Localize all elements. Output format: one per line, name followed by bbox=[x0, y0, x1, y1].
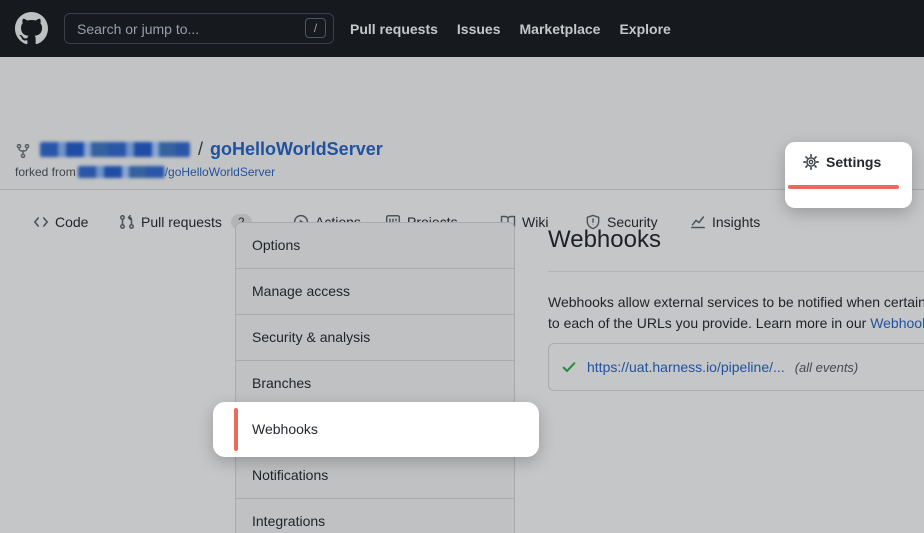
page-title: Webhooks bbox=[548, 226, 661, 254]
tab-label: Wiki bbox=[522, 214, 548, 230]
search-input[interactable] bbox=[65, 14, 333, 43]
graph-icon bbox=[690, 214, 706, 230]
repo-title: / goHelloWorldServer bbox=[40, 137, 383, 161]
tab-label: Insights bbox=[712, 214, 760, 230]
sidebar-item-integrations[interactable]: Integrations bbox=[236, 499, 514, 533]
tab-settings-label: Settings bbox=[826, 154, 881, 170]
repo-name-link[interactable]: goHelloWorldServer bbox=[210, 139, 383, 160]
webhooks-guide-link[interactable]: Webhooks Guide. bbox=[870, 315, 924, 331]
heading-divider bbox=[548, 271, 924, 272]
header-nav: Pull requests Issues Marketplace Explore bbox=[350, 0, 671, 57]
repo-separator: / bbox=[198, 139, 203, 160]
webhooks-description: Webhooks allow external services to be n… bbox=[548, 292, 924, 334]
description-line-2: to each of the URLs you provide. Learn m… bbox=[548, 313, 924, 334]
description-line-2-text: to each of the URLs you provide. Learn m… bbox=[548, 315, 870, 331]
tab-pull-requests[interactable]: Pull requests 2 bbox=[119, 197, 252, 246]
forked-from-label: forked from bbox=[15, 165, 76, 179]
github-logo-icon[interactable] bbox=[15, 12, 48, 45]
sidebar-item-webhooks-spotlight[interactable]: Webhooks bbox=[213, 402, 539, 457]
sidebar-item-webhooks-label: Webhooks bbox=[252, 402, 318, 457]
description-line-1: Webhooks allow external services to be n… bbox=[548, 292, 924, 313]
repo-forked-icon bbox=[15, 143, 31, 164]
sidebar-item-notifications[interactable]: Notifications bbox=[236, 453, 514, 499]
nav-marketplace[interactable]: Marketplace bbox=[520, 21, 601, 37]
tab-code[interactable]: Code bbox=[33, 197, 88, 246]
sidebar-item-manage-access[interactable]: Manage access bbox=[236, 269, 514, 315]
code-icon bbox=[33, 214, 49, 230]
forked-from-line: forked from /goHelloWorldServer bbox=[15, 165, 275, 179]
tab-label: Pull requests bbox=[141, 214, 222, 230]
tab-settings-spotlight[interactable]: Settings bbox=[785, 142, 912, 208]
forked-repo-link[interactable]: /goHelloWorldServer bbox=[165, 165, 276, 179]
pull-request-icon bbox=[119, 214, 135, 230]
sidebar-item-security-analysis[interactable]: Security & analysis bbox=[236, 315, 514, 361]
nav-issues[interactable]: Issues bbox=[457, 21, 501, 37]
check-icon bbox=[561, 359, 577, 375]
nav-pull-requests[interactable]: Pull requests bbox=[350, 21, 438, 37]
settings-sidebar: Options Manage access Security & analysi… bbox=[235, 222, 515, 533]
redacted-owner-name bbox=[40, 142, 190, 157]
tab-insights[interactable]: Insights bbox=[690, 197, 760, 246]
global-search: / bbox=[64, 13, 334, 44]
sidebar-item-branches[interactable]: Branches bbox=[236, 361, 514, 407]
tab-label: Code bbox=[55, 214, 88, 230]
slash-shortcut-hint: / bbox=[305, 18, 326, 38]
gear-icon bbox=[803, 154, 819, 170]
redacted-parent-owner bbox=[78, 166, 165, 178]
webhook-events-label: (all events) bbox=[795, 360, 859, 375]
active-tab-underline bbox=[788, 185, 899, 189]
webhook-url-link[interactable]: https://uat.harness.io/pipeline/... bbox=[587, 359, 785, 375]
webhook-list-item: https://uat.harness.io/pipeline/... (all… bbox=[548, 343, 924, 391]
nav-explore[interactable]: Explore bbox=[619, 21, 670, 37]
sidebar-item-options[interactable]: Options bbox=[236, 223, 514, 269]
active-item-indicator bbox=[234, 408, 238, 451]
global-header: / Pull requests Issues Marketplace Explo… bbox=[0, 0, 924, 57]
